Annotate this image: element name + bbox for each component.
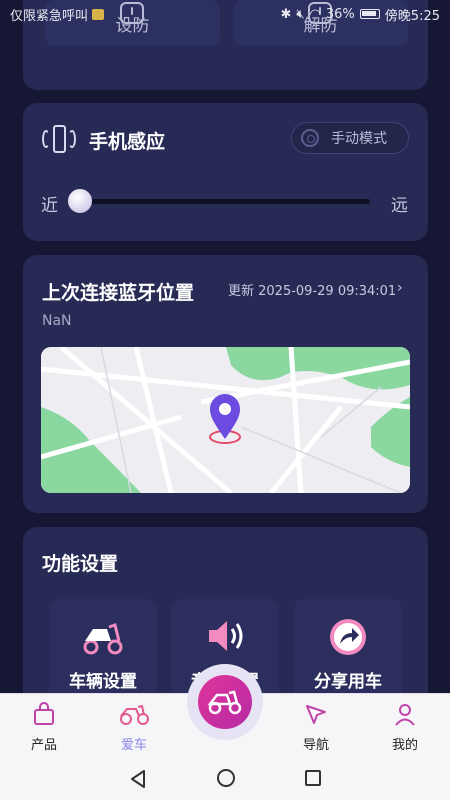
- bluetooth-icon: ✱: [280, 6, 292, 22]
- location-title: 上次连接蓝牙位置: [42, 282, 195, 304]
- mode-toggle[interactable]: 手动模式: [291, 122, 409, 154]
- mute-icon: 🔇︎: [296, 6, 305, 22]
- center-vehicle-button[interactable]: [198, 675, 252, 729]
- proximity-title: 手机感应: [89, 131, 166, 153]
- phone-vibrate-icon: [42, 125, 76, 155]
- feature-title: 功能设置: [42, 553, 119, 575]
- nav-label-products: 产品: [30, 738, 57, 753]
- share-vehicle-label: 分享用车: [314, 672, 382, 692]
- scooter-icon: [83, 623, 123, 655]
- system-nav-bar: [0, 760, 450, 800]
- recent-apps-icon[interactable]: [305, 770, 321, 786]
- chevron-right-icon[interactable]: ›: [397, 280, 403, 296]
- scooter-icon: [120, 704, 149, 725]
- battery-icon: [359, 9, 380, 19]
- far-label: 远: [391, 196, 408, 216]
- battery-percent: 36%: [325, 6, 355, 22]
- wifi-icon: ◠: [309, 6, 321, 22]
- vehicle-settings-label: 车辆设置: [69, 672, 137, 692]
- home-icon[interactable]: [217, 769, 235, 787]
- coordinates-text: NaN: [42, 313, 72, 329]
- scooter-icon: [207, 690, 242, 715]
- share-icon: [330, 619, 366, 655]
- speaker-icon: [209, 621, 243, 651]
- nav-label-my-vehicle: 爱车: [120, 738, 147, 753]
- location-card: 上次连接蓝牙位置 更新 2025-09-29 09:34:01 › NaN: [23, 255, 428, 513]
- shopping-bag-icon: [34, 702, 54, 725]
- nav-label-navigation: 导航: [302, 738, 329, 753]
- nav-item-navigation[interactable]: 导航: [286, 702, 346, 753]
- nav-item-my-vehicle[interactable]: 爱车: [104, 702, 164, 753]
- nav-label-profile: 我的: [391, 738, 418, 753]
- map-view[interactable]: [41, 347, 410, 493]
- sim-icon: [92, 8, 105, 20]
- nav-item-profile[interactable]: 我的: [375, 702, 435, 753]
- radar-icon: [301, 129, 319, 147]
- slider-handle[interactable]: [68, 189, 92, 213]
- user-icon: [395, 704, 415, 726]
- carrier-text: 仅限紧急呼叫: [10, 8, 89, 24]
- mode-label: 手动模式: [331, 131, 387, 147]
- update-time[interactable]: 更新 2025-09-29 09:34:01: [228, 280, 396, 299]
- proximity-card: 手机感应 手动模式 近 远: [23, 103, 428, 241]
- nav-item-products[interactable]: 产品: [14, 702, 74, 753]
- navigation-icon: [306, 705, 326, 724]
- clock: 傍晚5:25: [384, 8, 440, 24]
- near-label: 近: [41, 196, 58, 216]
- back-icon[interactable]: [129, 769, 147, 789]
- status-bar: 仅限紧急呼叫 ✱ 🔇︎ ◠ 36% 傍晚5:25: [0, 0, 450, 28]
- sensitivity-slider[interactable]: [70, 199, 370, 204]
- map-graphic: [41, 347, 410, 493]
